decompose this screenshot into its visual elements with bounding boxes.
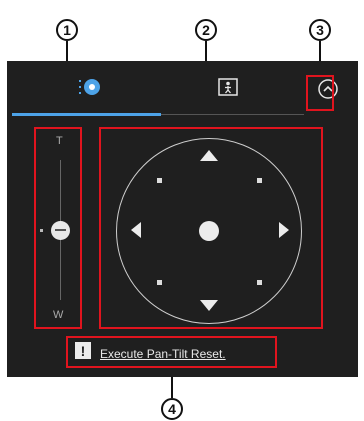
ptz-icon (76, 77, 102, 102)
person-frame-icon (218, 77, 238, 101)
highlight-pan-tilt (99, 127, 323, 329)
callout-2: 2 (195, 19, 217, 41)
highlight-zoom (34, 127, 82, 329)
tab-preset[interactable] (208, 76, 248, 102)
callout-4: 4 (161, 398, 183, 420)
active-tab-indicator (12, 113, 161, 116)
tab-ptz[interactable] (69, 76, 109, 102)
callout-3: 3 (309, 19, 331, 41)
highlight-collapse (306, 75, 334, 111)
callout-1: 1 (56, 19, 78, 41)
highlight-reset (66, 336, 277, 368)
tab-divider (161, 114, 304, 115)
